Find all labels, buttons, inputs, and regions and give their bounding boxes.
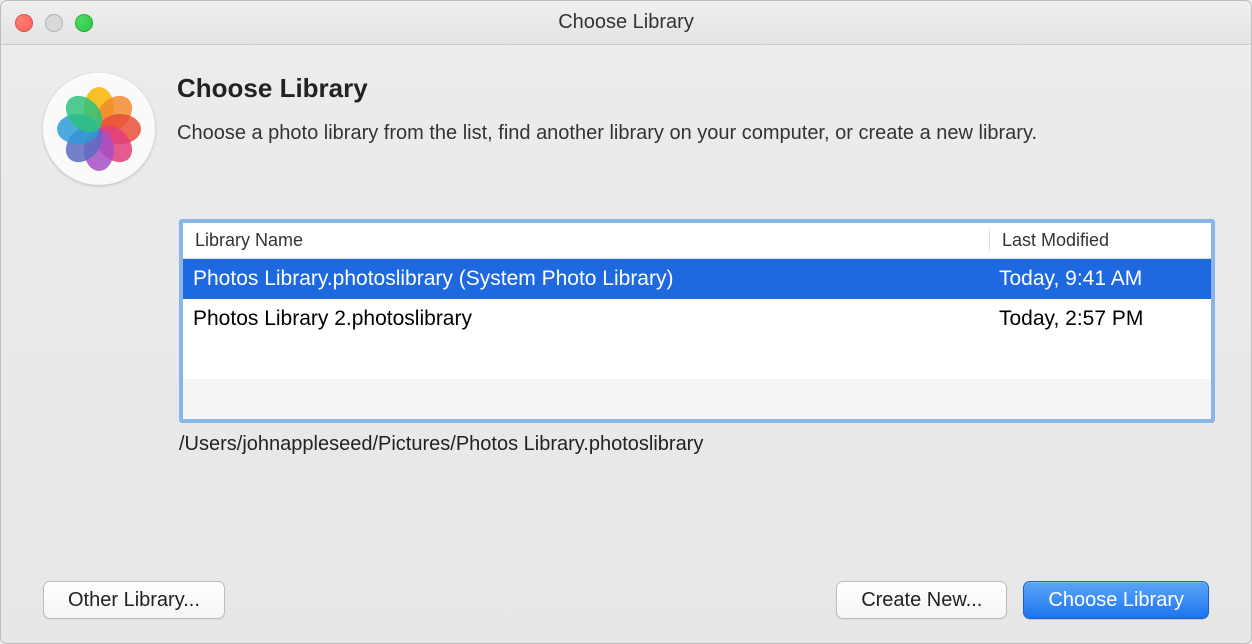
cell-name: Photos Library 2.photoslibrary xyxy=(183,307,989,331)
photos-app-icon xyxy=(43,73,155,185)
cell-name: Photos Library.photoslibrary (System Pho… xyxy=(183,267,989,291)
column-header-name[interactable]: Library Name xyxy=(183,230,989,251)
titlebar: Choose Library xyxy=(1,1,1251,45)
dialog-heading: Choose Library xyxy=(177,73,1037,104)
table-row[interactable]: Photos Library 2.photoslibrary Today, 2:… xyxy=(183,299,1211,339)
choose-library-window: Choose Library Choose Library Choose a p… xyxy=(0,0,1252,644)
dialog-description: Choose a photo library from the list, fi… xyxy=(177,122,1037,145)
traffic-lights xyxy=(15,14,93,32)
table-row-empty xyxy=(183,379,1211,419)
table-row[interactable]: Photos Library.photoslibrary (System Pho… xyxy=(183,259,1211,299)
button-row: Other Library... Create New... Choose Li… xyxy=(43,581,1209,619)
cell-modified: Today, 9:41 AM xyxy=(989,267,1211,291)
content-area: Choose Library Choose a photo library fr… xyxy=(1,45,1251,480)
cell-modified: Today, 2:57 PM xyxy=(989,307,1211,331)
selected-library-path: /Users/johnappleseed/Pictures/Photos Lib… xyxy=(179,433,1209,456)
zoom-window-button[interactable] xyxy=(75,14,93,32)
other-library-button[interactable]: Other Library... xyxy=(43,581,225,619)
column-header-modified[interactable]: Last Modified xyxy=(989,230,1211,251)
header-row: Choose Library Choose a photo library fr… xyxy=(43,73,1209,185)
table-row-empty xyxy=(183,339,1211,379)
create-new-button[interactable]: Create New... xyxy=(836,581,1007,619)
table-header-row: Library Name Last Modified xyxy=(183,223,1211,259)
choose-library-button[interactable]: Choose Library xyxy=(1023,581,1209,619)
window-title: Choose Library xyxy=(558,11,694,34)
close-window-button[interactable] xyxy=(15,14,33,32)
minimize-window-button xyxy=(45,14,63,32)
heading-block: Choose Library Choose a photo library fr… xyxy=(177,73,1037,145)
library-table[interactable]: Library Name Last Modified Photos Librar… xyxy=(179,219,1215,423)
